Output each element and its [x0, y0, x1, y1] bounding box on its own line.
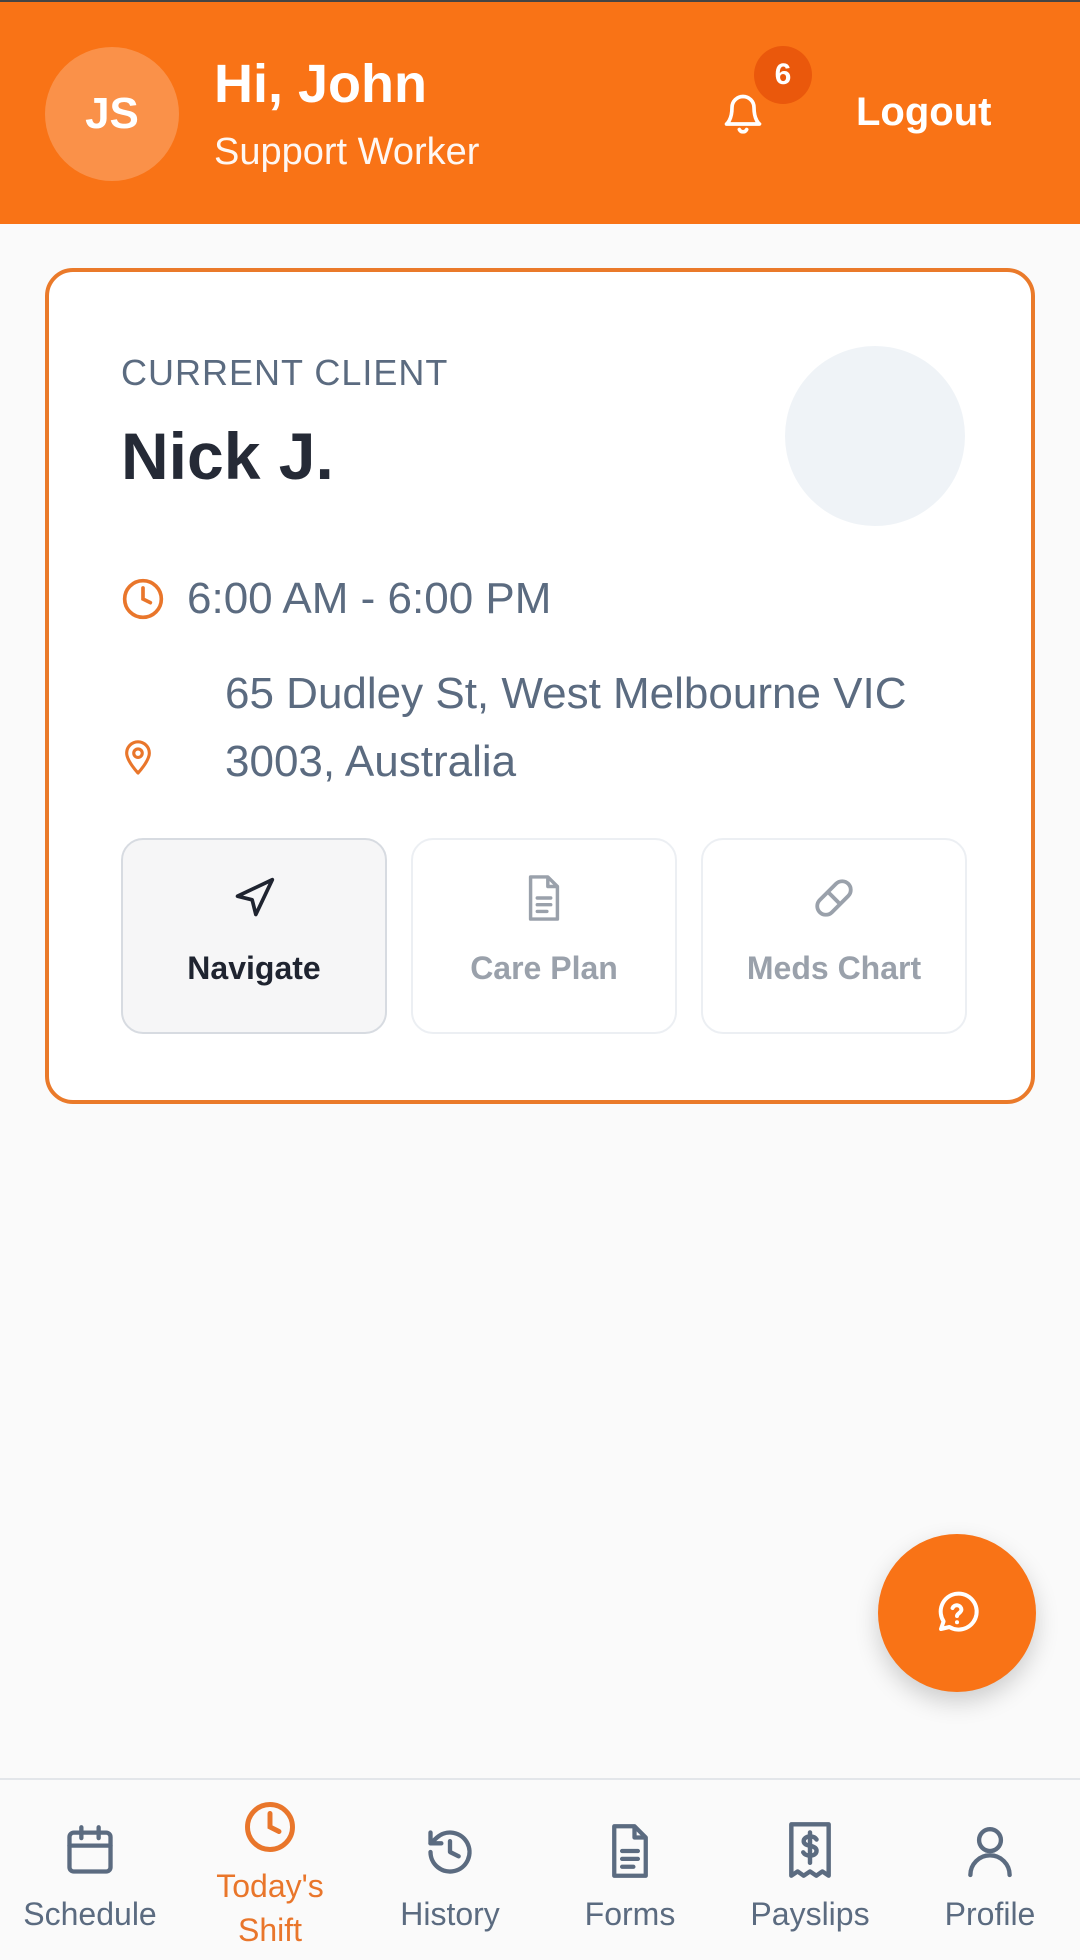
calendar-icon — [64, 1818, 116, 1878]
bottom-navigation: Schedule Today's Shift History Forms Pay… — [0, 1778, 1080, 1960]
navigate-label: Navigate — [187, 950, 321, 986]
app-header: JS Hi, John Support Worker 6 Logout — [0, 0, 1080, 224]
nav-payslips-label: Payslips — [750, 1896, 870, 1932]
clock-icon — [122, 578, 164, 620]
navigation-arrow-icon — [232, 874, 276, 922]
bell-icon — [724, 94, 762, 134]
client-address: 65 Dudley St, West Melbourne VIC 3003, A… — [225, 669, 907, 786]
care-plan-button[interactable]: Care Plan — [411, 838, 677, 1034]
nav-history[interactable]: History — [360, 1780, 540, 1960]
nav-payslips[interactable]: Payslips — [720, 1780, 900, 1960]
app-root: JS Hi, John Support Worker 6 Logout CURR… — [0, 0, 1080, 1960]
client-actions: Navigate Care Plan Meds Chart — [121, 838, 967, 1034]
nav-todays-shift-label: Today's Shift — [216, 1868, 324, 1948]
greeting-title: Hi, John — [214, 54, 427, 114]
client-avatar — [785, 346, 965, 526]
help-chat-button[interactable] — [878, 1534, 1036, 1692]
logout-button[interactable]: Logout — [856, 84, 992, 140]
nav-forms-label: Forms — [584, 1896, 676, 1932]
history-icon — [424, 1818, 476, 1878]
meds-chart-label: Meds Chart — [746, 950, 922, 986]
avatar[interactable]: JS — [45, 47, 179, 181]
nav-forms[interactable]: Forms — [540, 1780, 720, 1960]
current-client-label: CURRENT CLIENT — [121, 352, 449, 393]
client-name: Nick J. — [121, 419, 334, 493]
nav-history-label: History — [400, 1896, 500, 1932]
document-icon — [607, 1818, 653, 1878]
document-icon — [524, 874, 564, 922]
shift-time-row: 6:00 AM - 6:00 PM — [121, 574, 551, 624]
notification-count-badge: 6 — [754, 46, 812, 104]
meds-chart-button[interactable]: Meds Chart — [701, 838, 967, 1034]
pill-icon — [811, 874, 857, 922]
location-pin-icon — [125, 740, 151, 775]
nav-schedule[interactable]: Schedule — [0, 1780, 180, 1960]
nav-schedule-label: Schedule — [23, 1896, 157, 1932]
current-client-card: CURRENT CLIENT Nick J. 6:00 AM - 6:00 PM… — [45, 268, 1035, 1104]
care-plan-label: Care Plan — [470, 950, 618, 986]
user-role: Support Worker — [214, 131, 480, 173]
nav-profile[interactable]: Profile — [900, 1780, 1080, 1960]
shift-time: 6:00 AM - 6:00 PM — [187, 574, 552, 623]
nav-profile-label: Profile — [944, 1896, 1036, 1932]
navigate-button[interactable]: Navigate — [121, 838, 387, 1034]
nav-todays-shift[interactable]: Today's Shift — [180, 1780, 360, 1960]
receipt-dollar-icon — [786, 1818, 834, 1878]
help-chat-icon — [938, 1591, 979, 1632]
user-icon — [966, 1818, 1014, 1878]
clock-icon — [243, 1794, 297, 1854]
